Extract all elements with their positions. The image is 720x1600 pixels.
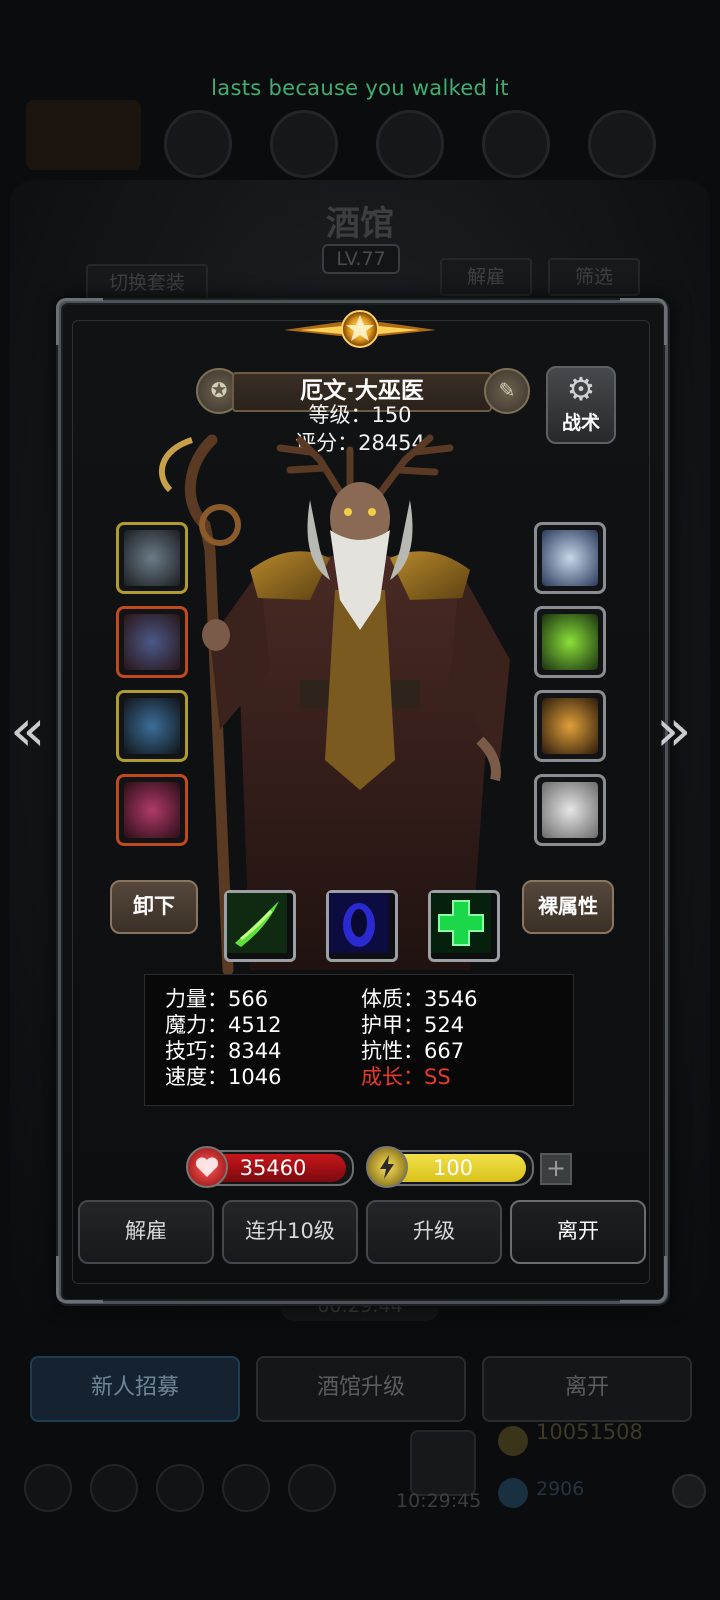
equip-slot-trinket[interactable] bbox=[116, 774, 188, 846]
equip-slot-gem[interactable] bbox=[534, 606, 606, 678]
base-attributes-button[interactable]: 裸属性 bbox=[522, 880, 614, 934]
menu-icon-1 bbox=[164, 110, 232, 178]
equip-slot-necklace[interactable] bbox=[116, 690, 188, 762]
lantern-item-icon bbox=[542, 698, 598, 754]
skill-slot-1[interactable] bbox=[224, 890, 296, 962]
chevron-left-icon[interactable]: « bbox=[10, 700, 46, 760]
gem-item-icon bbox=[542, 614, 598, 670]
equip-slot-armor[interactable] bbox=[116, 606, 188, 678]
unequip-button[interactable]: 卸下 bbox=[110, 880, 198, 934]
heart-icon bbox=[186, 1146, 228, 1188]
tavern-upgrade-button[interactable]: 酒馆升级 bbox=[256, 1356, 466, 1422]
tavern-title: 酒馆 bbox=[326, 204, 394, 244]
bottom-nav-icon-2[interactable] bbox=[90, 1464, 138, 1512]
bg-leave-button[interactable]: 离开 bbox=[482, 1356, 692, 1422]
tavern-level-badge: LV.77 bbox=[322, 244, 400, 274]
menu-icon-3 bbox=[376, 110, 444, 178]
frame-corner-tl bbox=[56, 298, 103, 345]
chevron-right-icon[interactable]: » bbox=[656, 700, 692, 760]
stats-box: 力量：566 魔力：4512 技巧：8344 速度：1046 体质：3546 护… bbox=[144, 974, 574, 1106]
corner-icon[interactable] bbox=[672, 1474, 706, 1508]
bg-dismiss-button[interactable]: 解雇 bbox=[440, 258, 532, 296]
shop-icon bbox=[26, 100, 141, 170]
shadow-skill-icon bbox=[329, 893, 389, 953]
necklace-item-icon bbox=[124, 698, 180, 754]
menu-icon-5 bbox=[588, 110, 656, 178]
gold-amount: 10051508 bbox=[536, 1420, 643, 1444]
switch-outfit-button[interactable]: 切换套装 bbox=[86, 264, 208, 302]
leave-button[interactable]: 离开 bbox=[510, 1200, 646, 1264]
ring-item-icon bbox=[542, 530, 598, 586]
bottom-nav-icon-4[interactable] bbox=[222, 1464, 270, 1512]
bottom-nav-icon-5[interactable] bbox=[288, 1464, 336, 1512]
bottom-nav-icon-1[interactable] bbox=[24, 1464, 72, 1512]
gear-icon: ⚙ bbox=[566, 370, 596, 408]
staff-item-icon bbox=[124, 530, 180, 586]
skill-slot-3[interactable] bbox=[428, 890, 500, 962]
toast-message: lasts because you walked it bbox=[211, 76, 509, 100]
recruit-button[interactable]: 新人招募 bbox=[30, 1356, 240, 1422]
add-energy-button[interactable]: + bbox=[540, 1153, 572, 1185]
bottom-nav-icon-3[interactable] bbox=[156, 1464, 204, 1512]
gem-icon bbox=[498, 1478, 528, 1508]
level-up-10-button[interactable]: 连升10级 bbox=[222, 1200, 358, 1264]
gift-timer: 10:29:45 bbox=[396, 1490, 482, 1512]
filter-button[interactable]: 筛选 bbox=[548, 258, 640, 296]
menu-icon-2 bbox=[270, 110, 338, 178]
upgrade-button[interactable]: 升级 bbox=[366, 1200, 502, 1264]
gem-amount: 2906 bbox=[536, 1478, 585, 1500]
rank-crest-icon bbox=[284, 310, 436, 348]
equip-slot-charm[interactable] bbox=[534, 774, 606, 846]
armor-item-icon bbox=[124, 614, 180, 670]
skill-slot-2[interactable] bbox=[326, 890, 398, 962]
equip-slot-weapon[interactable] bbox=[116, 522, 188, 594]
charm-item-icon bbox=[542, 782, 598, 838]
stat-speed: 速度：1046 bbox=[165, 1065, 282, 1089]
frame-corner-tr bbox=[620, 298, 667, 345]
lightning-icon bbox=[366, 1146, 408, 1188]
top-icon-row bbox=[0, 100, 720, 180]
menu-icon-4 bbox=[482, 110, 550, 178]
equip-slot-lantern[interactable] bbox=[534, 690, 606, 762]
trinket-item-icon bbox=[124, 782, 180, 838]
gift-icon[interactable] bbox=[410, 1430, 476, 1496]
equip-slot-ring[interactable] bbox=[534, 522, 606, 594]
stat-growth: 成长：SS bbox=[361, 1065, 451, 1089]
dismiss-button[interactable]: 解雇 bbox=[78, 1200, 214, 1264]
green-slash-skill-icon bbox=[227, 893, 287, 953]
gold-coin-icon bbox=[498, 1426, 528, 1456]
heal-cross-skill-icon bbox=[431, 893, 491, 953]
